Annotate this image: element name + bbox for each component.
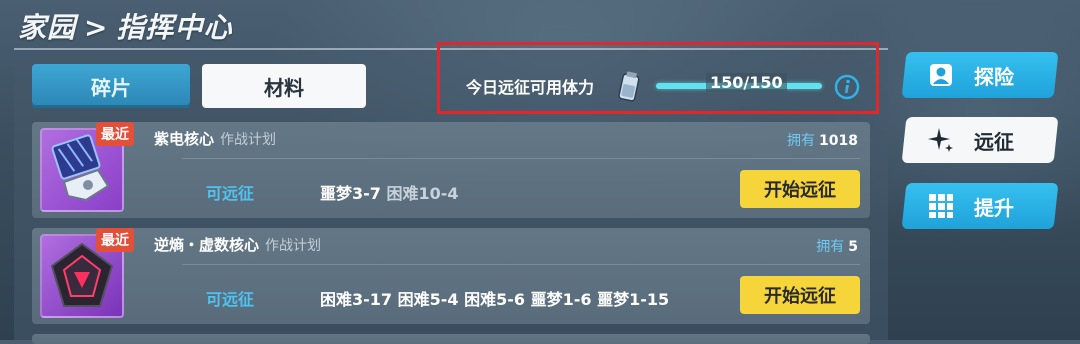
card-divider [182,264,860,265]
sparkle-icon [926,125,956,155]
list-item: 最近 紫电核心 作战计划 拥有 1018 可远征 噩梦3-7 困难10-4 开始远征 [32,122,870,218]
side-nav-explore-label: 探险 [974,64,1014,89]
side-nav-upgrade-label: 提升 [974,195,1014,220]
stage-link[interactable]: 噩梦3-7 [320,184,381,203]
tab-fragments[interactable]: 碎片 [32,64,190,108]
potion-icon [618,71,640,102]
item-name: 逆熵・虚数核心 作战计划 [154,234,321,255]
expedition-status: 可远征 [206,184,255,203]
item-plan: 作战计划 [265,238,322,254]
owned-label: 拥有 [816,239,845,255]
info-icon[interactable] [834,74,860,100]
stage-link[interactable]: 困难10-4 [387,184,459,203]
stage-link[interactable]: 噩梦1-6 [531,290,592,309]
stage-link[interactable]: 困难5-6 [464,290,525,309]
stage-list: 噩梦3-7 困难10-4 [320,180,459,204]
recent-badge: 最近 [96,228,134,252]
breadcrumb-home[interactable]: 家园 [18,11,76,44]
tab-materials-label: 材料 [264,75,304,100]
item-name-text: 紫电核心 [154,130,215,148]
card-divider [182,158,860,159]
stage-link[interactable]: 困难5-4 [398,290,459,309]
owned-label: 拥有 [787,133,816,149]
stage-link[interactable]: 噩梦1-15 [597,290,669,309]
side-nav-explore[interactable]: 探险 [901,52,1059,98]
owned-count: 拥有 1018 [787,130,858,150]
breadcrumb-separator: > [84,11,109,44]
tab-materials[interactable]: 材料 [202,64,366,108]
side-nav-upgrade[interactable]: 提升 [901,183,1059,229]
list-item [32,334,870,344]
person-icon [926,60,956,90]
start-expedition-button[interactable]: 开始远征 [740,170,860,208]
side-nav-expedition[interactable]: 远征 [901,117,1059,163]
owned-count: 拥有 5 [816,236,858,256]
side-nav-expedition-label: 远征 [974,129,1014,154]
stage-link[interactable]: 困难3-17 [320,290,392,309]
stamina-value: 150/150 [706,73,787,92]
page-title: 指挥中心 [116,11,233,44]
stage-list: 困难3-17 困难5-4 困难5-6 噩梦1-6 噩梦1-15 [320,286,669,310]
owned-value: 1018 [819,133,858,149]
grid-icon [926,191,956,221]
recent-badge: 最近 [96,122,134,146]
list-item: 最近 逆熵・虚数核心 作战计划 拥有 5 可远征 困难3-17 困难5-4 困难5-… [32,228,870,324]
start-expedition-button[interactable]: 开始远征 [740,276,860,314]
breadcrumb: 家园 > 指挥中心 [18,6,233,46]
owned-value: 5 [848,239,858,255]
stamina-label: 今日远征可用体力 [466,78,595,97]
item-name: 紫电核心 作战计划 [154,128,276,149]
expedition-status: 可远征 [206,290,255,309]
item-name-text: 逆熵・虚数核心 [154,236,260,254]
item-plan: 作战计划 [220,132,277,148]
tab-fragments-label: 碎片 [91,75,131,100]
